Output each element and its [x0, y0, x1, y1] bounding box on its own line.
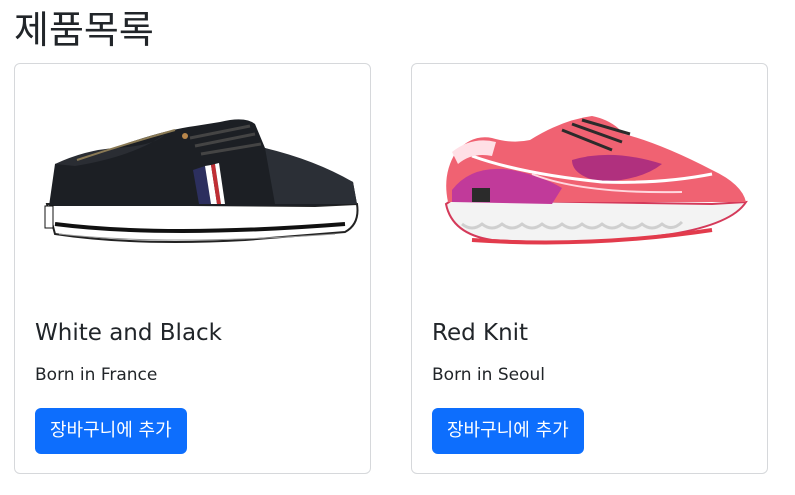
- add-to-cart-button[interactable]: 장바구니에 추가: [432, 408, 584, 454]
- product-description: Born in Seoul: [432, 365, 545, 385]
- add-to-cart-button[interactable]: 장바구니에 추가: [35, 408, 187, 454]
- product-description: Born in France: [35, 365, 158, 385]
- product-grid: White and Black Born in France 장바구니에 추가: [14, 63, 772, 476]
- black-sneaker-image: [15, 64, 370, 304]
- product-card: White and Black Born in France 장바구니에 추가: [14, 63, 371, 474]
- product-title: Red Knit: [432, 320, 529, 346]
- red-running-shoe-image: [412, 64, 767, 304]
- page-title: 제품목록: [14, 8, 154, 52]
- product-title: White and Black: [35, 320, 222, 346]
- product-card: Red Knit Born in Seoul 장바구니에 추가: [411, 63, 768, 474]
